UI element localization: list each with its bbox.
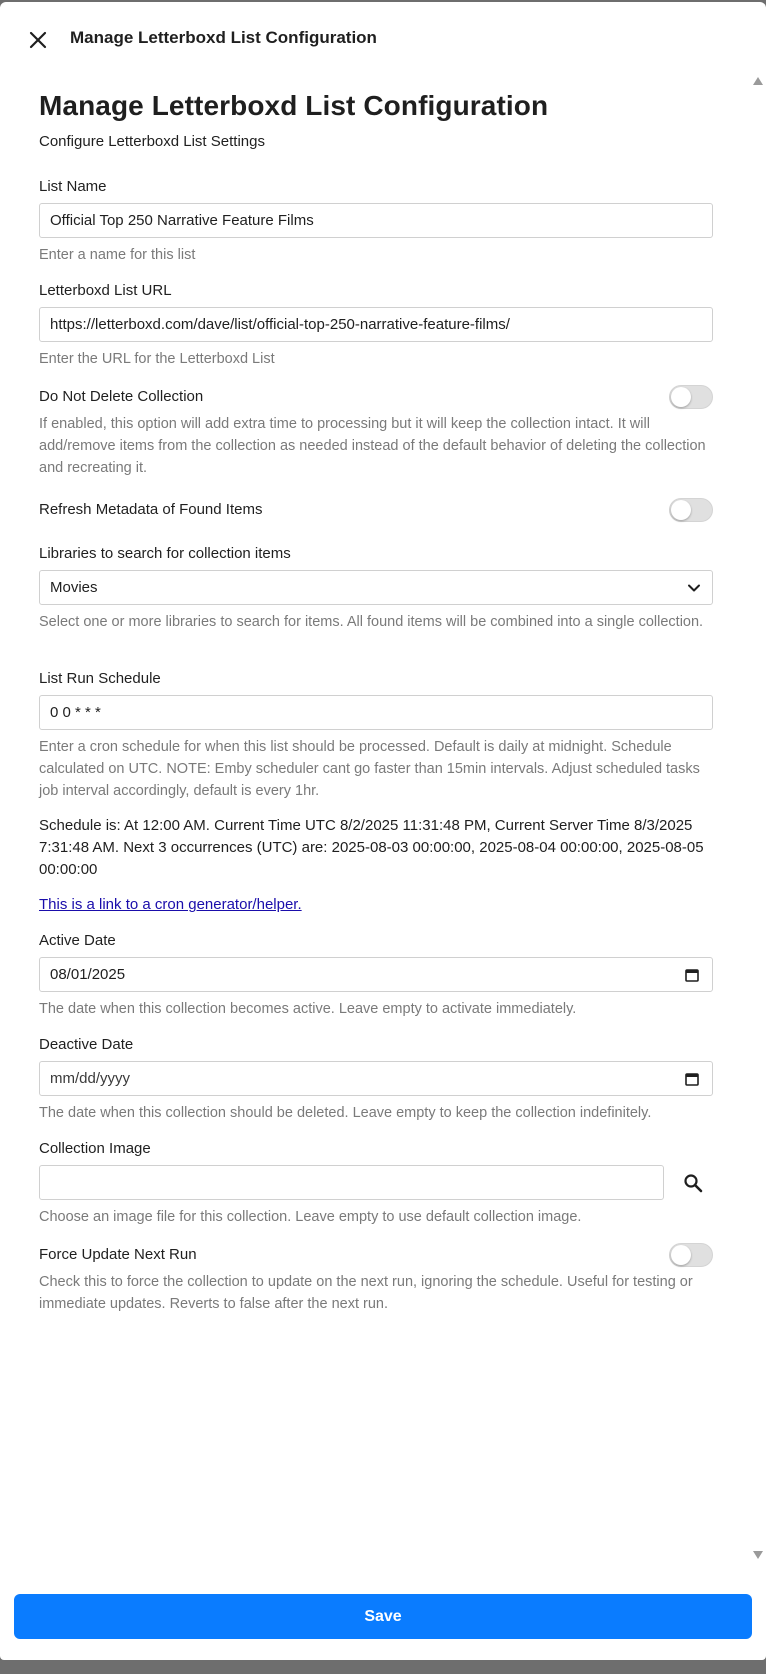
refresh-metadata-label: Refresh Metadata of Found Items (39, 501, 263, 518)
force-update-toggle[interactable] (669, 1243, 713, 1267)
list-name-help: Enter a name for this list (39, 247, 196, 263)
deactive-date-field: Deactive Date mm/dd/yyyy The date when t… (39, 1035, 713, 1124)
libraries-selected-value: Movies (50, 579, 98, 596)
do-not-delete-label: Do Not Delete Collection (39, 388, 204, 405)
force-update-field: Force Update Next Run Check this to forc… (39, 1243, 713, 1315)
chevron-down-icon (688, 584, 700, 592)
list-name-label: List Name (39, 178, 107, 195)
active-date-label: Active Date (39, 932, 116, 949)
deactive-date-label: Deactive Date (39, 1036, 134, 1053)
search-icon (684, 1173, 703, 1192)
libraries-help: Select one or more libraries to search f… (39, 614, 704, 630)
deactive-date-placeholder: mm/dd/yyyy (50, 1070, 131, 1087)
run-schedule-help: Enter a cron schedule for when this list… (39, 739, 700, 799)
collection-image-label: Collection Image (39, 1140, 151, 1157)
save-button[interactable]: Save (14, 1594, 752, 1639)
libraries-field: Libraries to search for collection items… (39, 544, 713, 633)
active-date-field: Active Date 08/01/2025 The date when thi… (39, 931, 713, 1020)
toggle-knob (671, 1245, 691, 1265)
do-not-delete-field: Do Not Delete Collection If enabled, thi… (39, 385, 713, 479)
schedule-info: Schedule is: At 12:00 AM. Current Time U… (39, 815, 713, 881)
form-content: Manage Letterboxd List Configuration Con… (39, 88, 713, 1312)
page-subtitle: Configure Letterboxd List Settings (39, 133, 265, 150)
list-name-field: List Name Official Top 250 Narrative Fea… (39, 177, 713, 266)
libraries-select[interactable]: Movies (39, 570, 713, 605)
list-url-field: Letterboxd List URL https://letterboxd.c… (39, 281, 713, 370)
run-schedule-input[interactable]: 0 0 * * * (39, 695, 713, 730)
deactive-date-help: The date when this collection should be … (39, 1105, 652, 1121)
force-update-label: Force Update Next Run (39, 1246, 197, 1263)
calendar-icon[interactable] (684, 1071, 700, 1087)
list-name-input[interactable]: Official Top 250 Narrative Feature Films (39, 203, 713, 238)
do-not-delete-help: If enabled, this option will add extra t… (39, 416, 706, 476)
libraries-label: Libraries to search for collection items (39, 545, 291, 562)
collection-image-field: Collection Image Choose an image file fo… (39, 1139, 713, 1228)
active-date-input[interactable]: 08/01/2025 (39, 957, 713, 992)
scroll-up-arrow[interactable] (752, 76, 764, 86)
dialog: Manage Letterboxd List Configuration Man… (0, 2, 766, 1660)
list-url-input[interactable]: https://letterboxd.com/dave/list/officia… (39, 307, 713, 342)
close-button[interactable] (22, 24, 54, 56)
force-update-help: Check this to force the collection to up… (39, 1274, 693, 1312)
collection-image-help: Choose an image file for this collection… (39, 1209, 582, 1225)
calendar-icon[interactable] (684, 967, 700, 983)
run-schedule-field: List Run Schedule 0 0 * * * Enter a cron… (39, 669, 713, 802)
list-url-help: Enter the URL for the Letterboxd List (39, 351, 275, 367)
dialog-header: Manage Letterboxd List Configuration (0, 2, 766, 74)
schedule-info-text: Schedule is: At 12:00 AM. Current Time U… (39, 817, 704, 878)
active-date-help: The date when this collection becomes ac… (39, 1001, 577, 1017)
triangle-up-icon (753, 77, 763, 85)
refresh-metadata-toggle[interactable] (669, 498, 713, 522)
scroll-down-arrow[interactable] (752, 1550, 764, 1560)
active-date-value: 08/01/2025 (50, 966, 126, 983)
image-search-button[interactable] (673, 1165, 713, 1200)
refresh-metadata-field: Refresh Metadata of Found Items (39, 498, 713, 522)
close-icon (29, 31, 47, 49)
cron-link-field: This is a link to a cron generator/helpe… (39, 896, 713, 914)
toggle-knob (671, 500, 691, 520)
triangle-down-icon (753, 1551, 763, 1559)
dialog-title: Manage Letterboxd List Configuration (70, 28, 377, 47)
do-not-delete-toggle[interactable] (669, 385, 713, 409)
collection-image-input[interactable] (39, 1165, 664, 1200)
list-url-label: Letterboxd List URL (39, 282, 172, 299)
deactive-date-input[interactable]: mm/dd/yyyy (39, 1061, 713, 1096)
page-title: Manage Letterboxd List Configuration (39, 90, 549, 121)
run-schedule-label: List Run Schedule (39, 670, 161, 687)
toggle-knob (671, 387, 691, 407)
cron-generator-link[interactable]: This is a link to a cron generator/helpe… (39, 896, 302, 913)
